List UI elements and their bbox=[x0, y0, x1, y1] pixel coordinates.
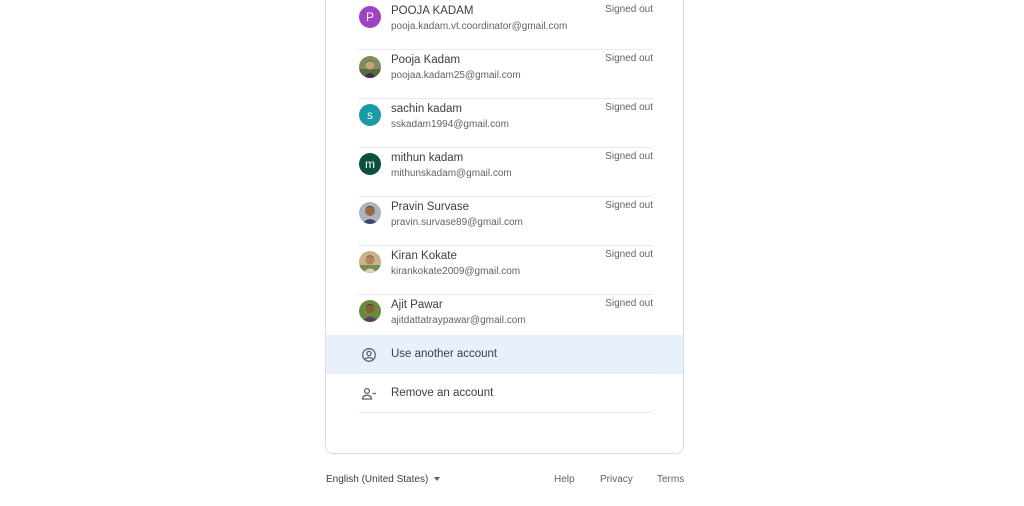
privacy-link[interactable]: Privacy bbox=[600, 474, 633, 485]
use-another-account-inner: Use another account bbox=[358, 335, 653, 374]
account-email: poojaa.kadam25@gmail.com bbox=[391, 70, 521, 81]
person-remove-icon bbox=[361, 387, 376, 400]
account-name: Pravin Survase bbox=[391, 201, 469, 213]
account-email: mithunskadam@gmail.com bbox=[391, 168, 512, 179]
avatar-letter: s bbox=[367, 108, 373, 122]
account-status: Signed out bbox=[605, 151, 653, 162]
account-status: Signed out bbox=[605, 200, 653, 211]
avatar: s bbox=[359, 104, 381, 126]
footer: English (United States) Help Privacy Ter… bbox=[326, 474, 685, 488]
account-status: Signed out bbox=[605, 4, 653, 15]
account-row-pooja-kadam-coordinator[interactable]: P POOJA KADAM pooja.kadam.vt.coordinator… bbox=[358, 1, 653, 50]
account-row-pravin-survase[interactable]: Pravin Survase pravin.survase89@gmail.co… bbox=[358, 197, 653, 246]
account-name: sachin kadam bbox=[391, 103, 462, 115]
user-photo-icon bbox=[359, 300, 381, 322]
use-another-account-label: Use another account bbox=[391, 348, 498, 360]
help-link[interactable]: Help bbox=[554, 474, 575, 485]
account-name: mithun kadam bbox=[391, 152, 464, 164]
user-photo-icon bbox=[359, 251, 381, 273]
account-name: Kiran Kokate bbox=[391, 250, 457, 262]
account-row-mithun-kadam[interactable]: m mithun kadam mithunskadam@gmail.com Si… bbox=[358, 148, 653, 197]
account-name: Ajit Pawar bbox=[391, 299, 443, 311]
account-email: ajitdattatraypawar@gmail.com bbox=[391, 315, 526, 326]
account-email: sskadam1994@gmail.com bbox=[391, 119, 509, 130]
avatar: m bbox=[359, 153, 381, 175]
user-photo-icon bbox=[359, 56, 381, 78]
language-label: English (United States) bbox=[326, 474, 429, 485]
account-status: Signed out bbox=[605, 102, 653, 113]
language-selector[interactable]: English (United States) bbox=[326, 474, 441, 485]
account-email: pooja.kadam.vt.coordinator@gmail.com bbox=[391, 21, 568, 32]
account-row-kiran-kokate[interactable]: Kiran Kokate kirankokate2009@gmail.com S… bbox=[358, 246, 653, 295]
terms-link[interactable]: Terms bbox=[657, 474, 684, 485]
avatar-letter: P bbox=[365, 10, 374, 24]
remove-account-button[interactable]: Remove an account bbox=[326, 374, 683, 413]
remove-account-label: Remove an account bbox=[391, 387, 494, 399]
avatar: P bbox=[359, 6, 381, 28]
account-email: kirankokate2009@gmail.com bbox=[391, 266, 521, 277]
avatar-letter: m bbox=[365, 157, 375, 171]
account-email: pravin.survase89@gmail.com bbox=[391, 217, 523, 228]
account-name: Pooja Kadam bbox=[391, 54, 461, 66]
account-status: Signed out bbox=[605, 53, 653, 64]
account-name: POOJA KADAM bbox=[391, 5, 474, 17]
account-status: Signed out bbox=[605, 249, 653, 260]
account-circle-icon bbox=[362, 348, 376, 362]
account-row-sachin-kadam[interactable]: s sachin kadam sskadam1994@gmail.com Sig… bbox=[358, 99, 653, 148]
account-chooser-card: P POOJA KADAM pooja.kadam.vt.coordinator… bbox=[325, 0, 684, 454]
remove-account-inner: Remove an account bbox=[358, 374, 653, 413]
account-row-pooja-kadam[interactable]: Pooja Kadam poojaa.kadam25@gmail.com Sig… bbox=[358, 50, 653, 99]
account-status: Signed out bbox=[605, 298, 653, 309]
use-another-account-button[interactable]: Use another account bbox=[326, 335, 683, 374]
chevron-down-icon bbox=[434, 477, 441, 482]
user-photo-icon bbox=[359, 202, 381, 224]
